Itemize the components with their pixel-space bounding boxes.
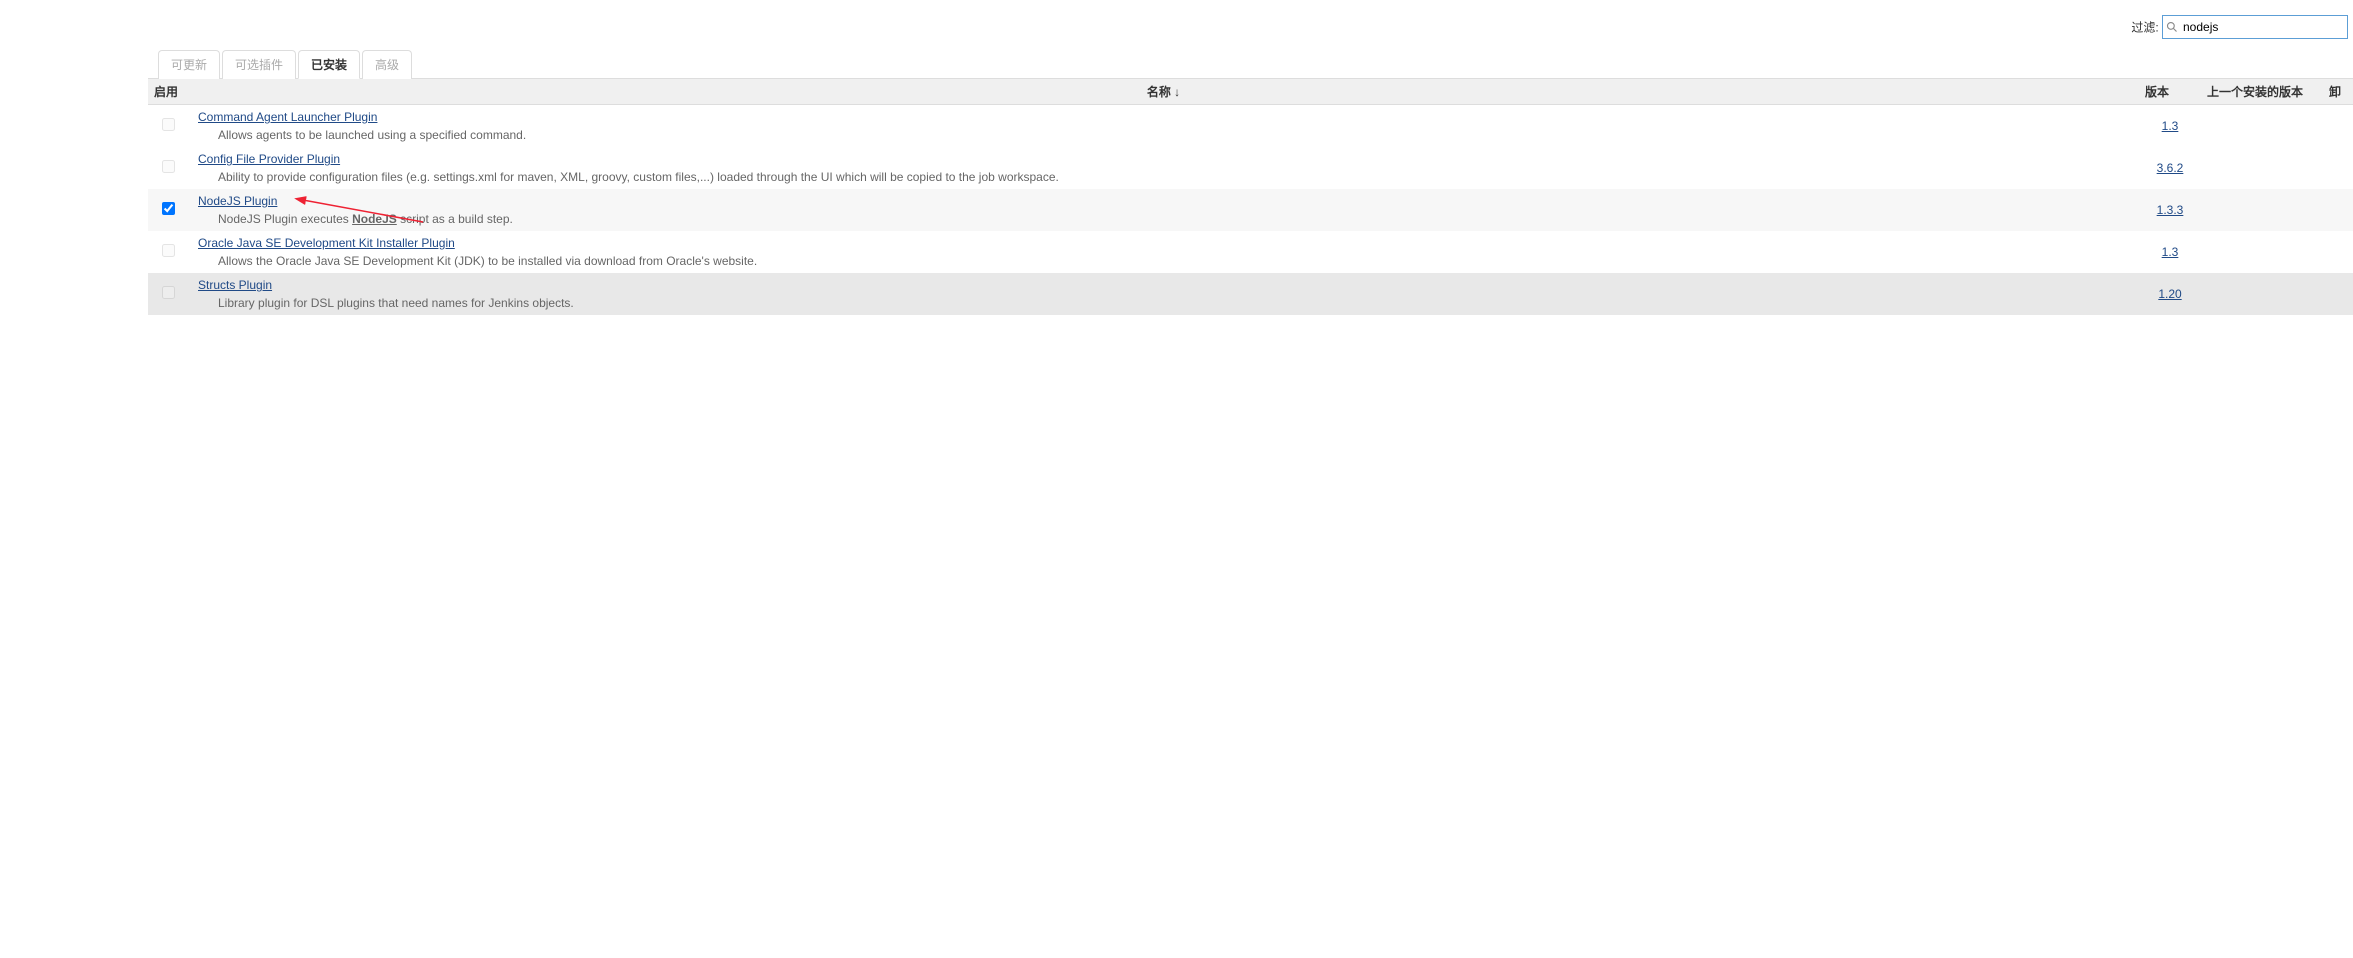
col-name[interactable]: 名称 ↓ (188, 79, 2139, 105)
plugin-desc: Allows the Oracle Java SE Development Ki… (198, 250, 2133, 268)
tab-installed[interactable]: 已安装 (298, 50, 360, 79)
enable-checkbox (162, 160, 175, 173)
prev-version (2201, 273, 2323, 315)
prev-version (2201, 105, 2323, 148)
tab-updatable[interactable]: 可更新 (158, 50, 220, 79)
table-row: Oracle Java SE Development Kit Installer… (148, 231, 2353, 273)
enable-checkbox[interactable] (162, 202, 175, 215)
plugin-desc: Allows agents to be launched using a spe… (198, 124, 2133, 142)
uninstall-cell (2323, 105, 2353, 148)
table-row: Command Agent Launcher PluginAllows agen… (148, 105, 2353, 148)
enable-checkbox (162, 244, 175, 257)
table-row: Config File Provider PluginAbility to pr… (148, 147, 2353, 189)
prev-version (2201, 189, 2323, 231)
enable-checkbox (162, 118, 175, 131)
plugin-cell: Structs PluginLibrary plugin for DSL plu… (188, 273, 2139, 315)
uninstall-cell (2323, 189, 2353, 231)
plugin-link[interactable]: Config File Provider Plugin (198, 152, 340, 166)
plugin-desc: Library plugin for DSL plugins that need… (198, 292, 2133, 310)
tabs: 可更新 可选插件 已安装 高级 (158, 49, 2353, 78)
enable-checkbox (162, 286, 175, 299)
col-uninstall[interactable]: 卸 (2323, 79, 2353, 105)
plugin-cell: NodeJS PluginNodeJS Plugin executes Node… (188, 189, 2139, 231)
filter-input[interactable] (2162, 15, 2348, 39)
plugin-desc: NodeJS Plugin executes NodeJS script as … (198, 208, 2133, 226)
tab-advanced[interactable]: 高级 (362, 50, 412, 79)
filter-row: 过滤: (0, 10, 2353, 49)
plugin-link[interactable]: Command Agent Launcher Plugin (198, 110, 377, 124)
version-link[interactable]: 1.20 (2158, 287, 2181, 301)
uninstall-cell (2323, 231, 2353, 273)
plugin-link[interactable]: Structs Plugin (198, 278, 272, 292)
version-link[interactable]: 1.3 (2162, 119, 2179, 133)
version-link[interactable]: 3.6.2 (2157, 161, 2184, 175)
plugin-cell: Oracle Java SE Development Kit Installer… (188, 231, 2139, 273)
col-enable[interactable]: 启用 (148, 79, 188, 105)
filter-label: 过滤: (2131, 21, 2158, 35)
tab-available[interactable]: 可选插件 (222, 50, 296, 79)
search-icon (2166, 21, 2178, 33)
version-link[interactable]: 1.3.3 (2157, 203, 2184, 217)
uninstall-cell (2323, 147, 2353, 189)
plugin-link[interactable]: Oracle Java SE Development Kit Installer… (198, 236, 455, 250)
table-row: Structs PluginLibrary plugin for DSL plu… (148, 273, 2353, 315)
col-version[interactable]: 版本 (2139, 79, 2201, 105)
table-row: NodeJS PluginNodeJS Plugin executes Node… (148, 189, 2353, 231)
prev-version (2201, 147, 2323, 189)
version-link[interactable]: 1.3 (2162, 245, 2179, 259)
plugins-table: 启用 名称 ↓ 版本 上一个安装的版本 卸 Command Agent Laun… (148, 78, 2353, 315)
plugin-link[interactable]: NodeJS Plugin (198, 194, 277, 208)
prev-version (2201, 231, 2323, 273)
col-prev[interactable]: 上一个安装的版本 (2201, 79, 2323, 105)
uninstall-cell (2323, 273, 2353, 315)
plugin-cell: Command Agent Launcher PluginAllows agen… (188, 105, 2139, 148)
plugin-desc: Ability to provide configuration files (… (198, 166, 2133, 184)
plugin-cell: Config File Provider PluginAbility to pr… (188, 147, 2139, 189)
